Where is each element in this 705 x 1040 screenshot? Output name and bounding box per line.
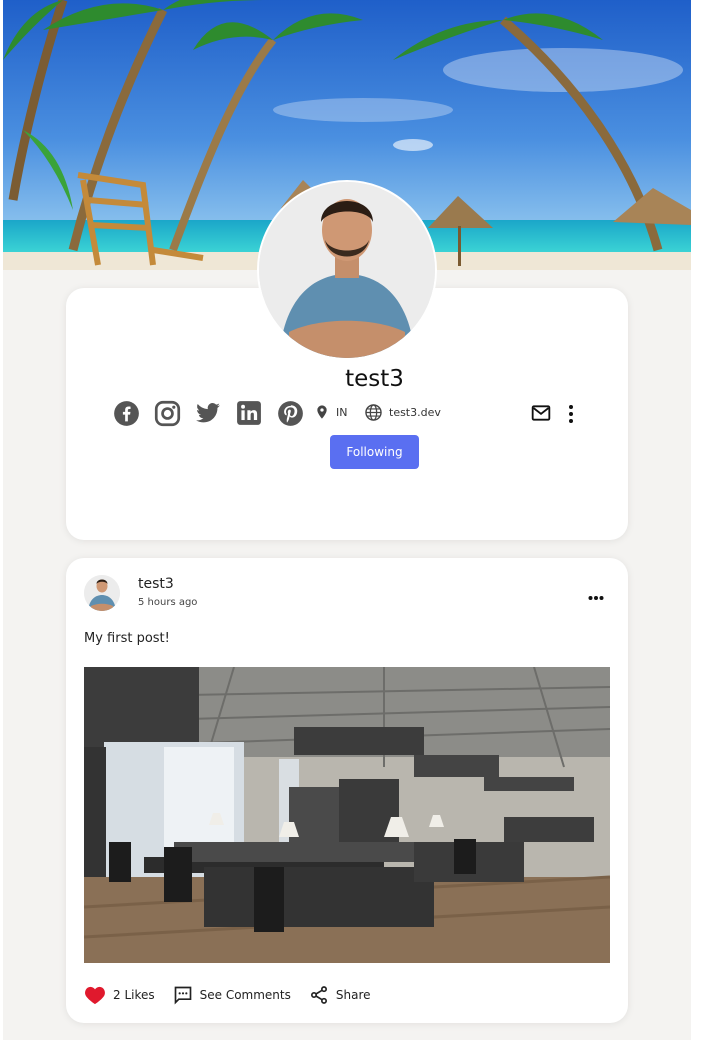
page-scrollbar-track[interactable] xyxy=(691,0,705,1040)
profile-more-icon[interactable] xyxy=(566,404,576,428)
following-button[interactable]: Following xyxy=(330,435,419,469)
post-text: My first post! xyxy=(84,631,170,646)
see-comments-label: See Comments xyxy=(199,988,291,1002)
share-label: Share xyxy=(335,988,371,1002)
profile-avatar[interactable] xyxy=(257,180,437,360)
profile-website-link[interactable]: test3.dev xyxy=(389,406,441,419)
instagram-icon[interactable] xyxy=(153,399,181,427)
heart-icon xyxy=(84,985,106,1005)
post-author-avatar[interactable] xyxy=(84,575,120,611)
post-timestamp: 5 hours ago xyxy=(138,597,198,608)
comment-icon xyxy=(173,985,193,1005)
profile-location-text: IN xyxy=(336,405,348,419)
profile-location: IN xyxy=(314,403,347,421)
like-button[interactable]: 2 Likes xyxy=(84,985,155,1005)
mail-icon[interactable] xyxy=(531,404,551,426)
twitter-icon[interactable] xyxy=(194,399,222,427)
share-button[interactable]: Share xyxy=(309,985,371,1005)
see-comments-button[interactable]: See Comments xyxy=(173,985,291,1005)
globe-icon xyxy=(364,403,383,422)
post-image[interactable] xyxy=(84,667,610,963)
location-pin-icon xyxy=(314,403,330,421)
facebook-icon[interactable] xyxy=(112,399,140,427)
post-card: test3 5 hours ago My first post! 2 Likes… xyxy=(66,558,628,1023)
profile-website[interactable]: test3.dev xyxy=(364,403,441,422)
likes-count: 2 Likes xyxy=(113,988,155,1002)
post-author-name[interactable]: test3 xyxy=(138,576,174,592)
pinterest-icon[interactable] xyxy=(276,399,304,427)
profile-username: test3 xyxy=(345,366,404,392)
post-actions: 2 Likes See Comments Share xyxy=(84,983,389,1007)
social-links xyxy=(112,398,317,428)
linkedin-icon[interactable] xyxy=(235,399,263,427)
post-more-icon[interactable] xyxy=(588,586,604,605)
share-icon xyxy=(309,985,329,1005)
